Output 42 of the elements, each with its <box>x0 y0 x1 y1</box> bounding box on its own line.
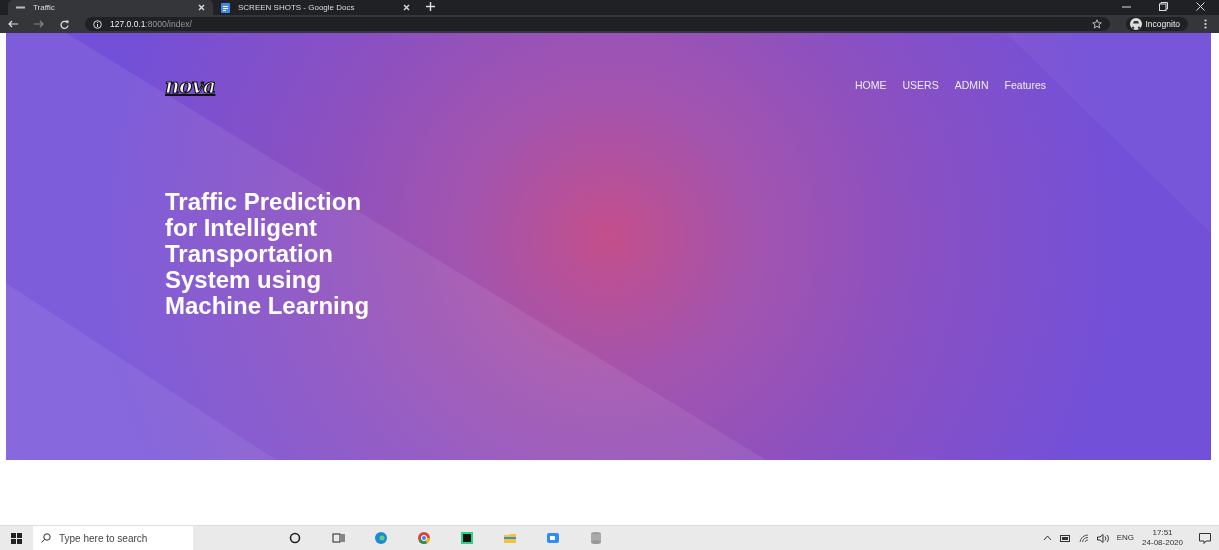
close-icon[interactable] <box>403 4 410 11</box>
menu-icon[interactable] <box>1204 19 1207 29</box>
profile-button[interactable]: Incognito <box>1125 17 1188 31</box>
clock-time[interactable]: 17:51 <box>1152 528 1173 538</box>
nav-link[interactable]: HOME <box>855 78 887 94</box>
browser-tab[interactable]: SCREEN SHOTS - Google Docs <box>213 0 418 15</box>
hero-title: Traffic Prediction for Intelligent Transportation System using Machine Learning <box>165 189 371 319</box>
task-view-icon[interactable] <box>331 531 345 545</box>
chrome-icon[interactable] <box>417 531 431 545</box>
incognito-icon <box>1129 18 1142 30</box>
battery-icon[interactable] <box>1059 534 1071 542</box>
url-text: 127.0.0.1:8000/index/ <box>110 17 192 31</box>
cortana-icon[interactable] <box>288 531 302 545</box>
address-bar[interactable]: 127.0.0.1:8000/index/ <box>85 17 1110 31</box>
nav-link[interactable]: Features <box>1004 78 1046 94</box>
reload-icon[interactable] <box>60 19 69 29</box>
windows-start-icon[interactable] <box>11 532 22 544</box>
nav-link[interactable]: ADMIN <box>954 78 989 94</box>
new-tab-icon[interactable] <box>426 2 435 11</box>
star-icon[interactable] <box>1091 19 1102 29</box>
document-icon <box>221 2 230 13</box>
loading-icon <box>16 6 25 9</box>
edge-icon[interactable] <box>374 531 388 545</box>
notification-icon[interactable] <box>1199 532 1211 544</box>
taskbar-search-field[interactable]: Type here to search <box>33 525 193 550</box>
browser-tab[interactable]: Traffic <box>8 0 213 15</box>
speaker-icon[interactable] <box>1096 533 1109 543</box>
back-icon[interactable] <box>8 20 18 28</box>
info-icon <box>93 19 102 29</box>
pycharm-icon[interactable] <box>460 531 474 545</box>
forward-icon[interactable] <box>34 20 44 28</box>
folder-icon[interactable] <box>503 531 517 545</box>
wifi-icon[interactable] <box>1078 533 1089 543</box>
nav-link[interactable]: USERS <box>902 78 939 94</box>
video-call-icon[interactable] <box>546 531 560 545</box>
search-icon <box>41 533 51 543</box>
close-icon[interactable] <box>1196 2 1205 11</box>
close-icon[interactable] <box>198 4 205 11</box>
restore-icon[interactable] <box>1159 2 1168 11</box>
clock-date[interactable]: 24-08-2020 <box>1142 538 1183 548</box>
language-indicator[interactable]: ENG <box>1116 532 1135 544</box>
chevron-up-icon[interactable] <box>1042 535 1052 541</box>
